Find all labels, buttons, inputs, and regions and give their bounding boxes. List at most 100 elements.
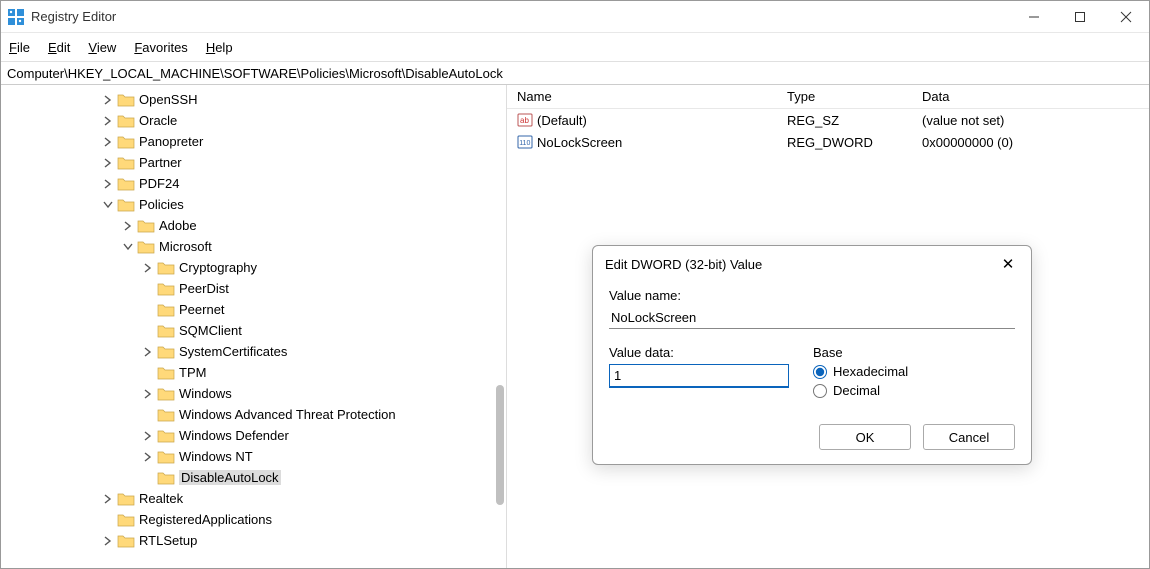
folder-icon [117, 135, 135, 149]
chevron-right-icon[interactable] [101, 534, 115, 548]
chevron-right-icon[interactable] [141, 450, 155, 464]
tree-node[interactable]: SystemCertificates [1, 341, 506, 362]
tree-node-label: PeerDist [179, 281, 229, 296]
chevron-right-icon[interactable] [141, 387, 155, 401]
tree-node[interactable]: PDF24 [1, 173, 506, 194]
tree-node[interactable]: Oracle [1, 110, 506, 131]
folder-icon [117, 198, 135, 212]
tree-node[interactable]: SQMClient [1, 320, 506, 341]
folder-icon [137, 240, 155, 254]
chevron-right-icon[interactable] [101, 177, 115, 191]
folder-icon [117, 513, 135, 527]
ok-button[interactable]: OK [819, 424, 911, 450]
col-type-header[interactable]: Type [777, 89, 912, 104]
folder-icon [157, 345, 175, 359]
menu-view[interactable]: View [88, 40, 116, 55]
chevron-down-icon[interactable] [121, 240, 135, 254]
folder-icon [157, 471, 175, 485]
value-data-label: Value data: [609, 345, 789, 360]
folder-icon [157, 261, 175, 275]
menu-file[interactable]: File [9, 40, 30, 55]
tree-node[interactable]: PeerDist [1, 278, 506, 299]
tree-node-label: TPM [179, 365, 206, 380]
value-row[interactable]: ab(Default)REG_SZ(value not set) [507, 109, 1149, 131]
close-button[interactable] [1103, 1, 1149, 32]
value-type: REG_DWORD [777, 135, 912, 150]
chevron-right-icon[interactable] [101, 156, 115, 170]
titlebar: Registry Editor [1, 1, 1149, 33]
dialog-close-button[interactable]: ✕ [997, 253, 1019, 275]
folder-icon [117, 534, 135, 548]
folder-icon [157, 282, 175, 296]
tree-node[interactable]: Windows NT [1, 446, 506, 467]
tree-node[interactable]: TPM [1, 362, 506, 383]
tree-node[interactable]: Realtek [1, 488, 506, 509]
tree-node[interactable]: DisableAutoLock [1, 467, 506, 488]
menu-edit[interactable]: Edit [48, 40, 70, 55]
chevron-right-icon[interactable] [101, 135, 115, 149]
chevron-right-icon[interactable] [141, 261, 155, 275]
tree-node[interactable]: Peernet [1, 299, 506, 320]
tree-node-label: PDF24 [139, 176, 179, 191]
tree-node[interactable]: Partner [1, 152, 506, 173]
tree-node-label: RTLSetup [139, 533, 197, 548]
chevron-right-icon[interactable] [141, 429, 155, 443]
values-panel: Name Type Data ab(Default)REG_SZ(value n… [507, 85, 1149, 568]
address-bar[interactable]: Computer\HKEY_LOCAL_MACHINE\SOFTWARE\Pol… [1, 61, 1149, 85]
tree-node[interactable]: Windows Defender [1, 425, 506, 446]
tree-node-label: Realtek [139, 491, 183, 506]
value-type: REG_SZ [777, 113, 912, 128]
chevron-right-icon[interactable] [101, 114, 115, 128]
tree-node[interactable]: Windows [1, 383, 506, 404]
value-row[interactable]: 110NoLockScreenREG_DWORD0x00000000 (0) [507, 131, 1149, 153]
tree-node[interactable]: Policies [1, 194, 506, 215]
dialog-title: Edit DWORD (32-bit) Value [605, 257, 762, 272]
radio-hexadecimal[interactable]: Hexadecimal [813, 364, 908, 379]
tree-scrollbar[interactable] [496, 385, 504, 505]
value-data-input[interactable] [609, 364, 789, 388]
value-data: 0x00000000 (0) [912, 135, 1149, 150]
folder-icon [117, 114, 135, 128]
tree-node-label: SQMClient [179, 323, 242, 338]
tree-node-label: RegisteredApplications [139, 512, 272, 527]
tree-node[interactable]: Microsoft [1, 236, 506, 257]
minimize-button[interactable] [1011, 1, 1057, 32]
tree-node[interactable]: OpenSSH [1, 89, 506, 110]
tree-node-label: Windows NT [179, 449, 253, 464]
tree-node[interactable]: Adobe [1, 215, 506, 236]
radio-dec-input[interactable] [813, 384, 827, 398]
tree-node[interactable]: RegisteredApplications [1, 509, 506, 530]
svg-text:ab: ab [520, 116, 529, 125]
col-data-header[interactable]: Data [912, 89, 1149, 104]
reg-sz-icon: ab [517, 112, 533, 128]
radio-decimal[interactable]: Decimal [813, 383, 908, 398]
menu-help[interactable]: Help [206, 40, 233, 55]
tree-node-label: Windows [179, 386, 232, 401]
folder-icon [117, 492, 135, 506]
col-name-header[interactable]: Name [507, 89, 777, 104]
tree-node[interactable]: RTLSetup [1, 530, 506, 551]
folder-icon [157, 450, 175, 464]
tree-node-label: Windows Defender [179, 428, 289, 443]
tree-node[interactable]: Cryptography [1, 257, 506, 278]
chevron-right-icon[interactable] [121, 219, 135, 233]
folder-icon [117, 156, 135, 170]
chevron-right-icon[interactable] [141, 345, 155, 359]
menu-favorites[interactable]: Favorites [134, 40, 187, 55]
tree-node[interactable]: Panopreter [1, 131, 506, 152]
folder-icon [157, 408, 175, 422]
chevron-right-icon[interactable] [101, 93, 115, 107]
tree-node[interactable]: Windows Advanced Threat Protection [1, 404, 506, 425]
cancel-button[interactable]: Cancel [923, 424, 1015, 450]
folder-icon [157, 366, 175, 380]
app-icon [7, 8, 25, 26]
chevron-right-icon[interactable] [101, 492, 115, 506]
value-name-field [609, 307, 1015, 329]
folder-icon [157, 303, 175, 317]
maximize-button[interactable] [1057, 1, 1103, 32]
tree-node-label: SystemCertificates [179, 344, 287, 359]
chevron-down-icon[interactable] [101, 198, 115, 212]
radio-hex-input[interactable] [813, 365, 827, 379]
tree-node-label: Adobe [159, 218, 197, 233]
tree-node-label: Partner [139, 155, 182, 170]
